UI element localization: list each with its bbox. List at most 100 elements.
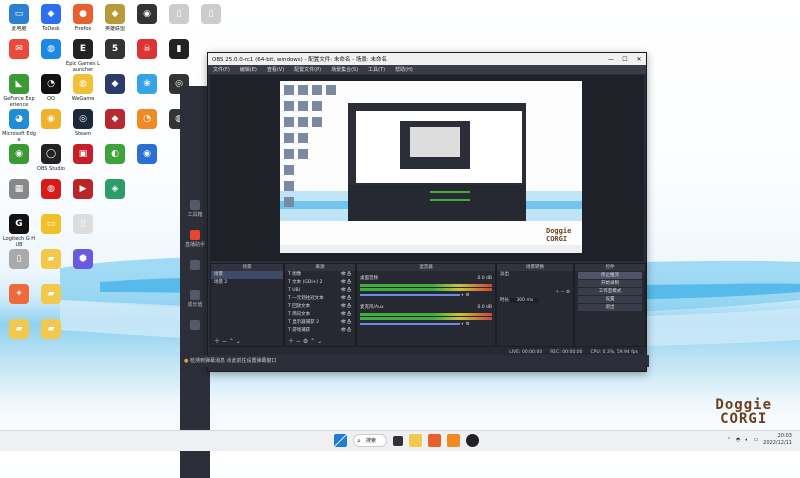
desktop-icon[interactable]: ✉ bbox=[2, 39, 36, 79]
desktop-icon[interactable]: ◎ Steam bbox=[66, 109, 100, 149]
battery-icon[interactable]: ▭ bbox=[753, 437, 758, 443]
sidebar-item[interactable] bbox=[180, 260, 210, 286]
desktop-icon[interactable]: ◔ bbox=[130, 109, 164, 149]
desktop-icon[interactable]: ▰ bbox=[34, 319, 68, 359]
desktop-icon[interactable]: ◐ bbox=[98, 144, 132, 184]
scene-item[interactable]: 场景 bbox=[211, 271, 283, 279]
desktop-icon[interactable]: G Logitech G HUB bbox=[2, 214, 36, 254]
source-item[interactable]: T 一元到往冠文本 👁︎🔒︎ bbox=[285, 295, 355, 303]
visibility-lock-icon[interactable]: 👁︎🔒︎ bbox=[341, 288, 352, 294]
gear-icon[interactable]: ⚙ bbox=[466, 293, 470, 298]
control-button[interactable]: 设置 bbox=[578, 296, 642, 303]
desktop-icon[interactable]: ◉ bbox=[130, 4, 164, 44]
menu-item[interactable]: 配置文件(P) bbox=[289, 66, 326, 73]
source-item[interactable]: T 简讯文本 👁︎🔒︎ bbox=[285, 311, 355, 319]
desktop-icon[interactable]: ◉ bbox=[34, 109, 68, 149]
network-icon[interactable]: ◓ bbox=[736, 437, 740, 443]
scenes-toolbar[interactable]: ＋ − ⌃ ⌄ bbox=[214, 336, 241, 345]
maximize-icon[interactable]: ☐ bbox=[618, 56, 632, 63]
desktop-icon[interactable]: ◣ GeForce Experience bbox=[2, 74, 36, 114]
volume-slider[interactable] bbox=[360, 322, 460, 325]
visibility-lock-icon[interactable]: 👁︎🔒︎ bbox=[341, 280, 352, 286]
desktop-icon[interactable]: ◔ QQ bbox=[34, 74, 68, 114]
control-button[interactable]: 停止推流 bbox=[578, 272, 642, 279]
desktop-icon[interactable]: ▯ bbox=[162, 4, 196, 44]
desktop-icon[interactable]: ▭ 此电脑 bbox=[2, 4, 36, 44]
desktop-icon[interactable]: ◉ bbox=[130, 144, 164, 184]
desktop-icon[interactable]: E Epic Games Launcher bbox=[66, 39, 100, 79]
control-button[interactable]: 工作室模式 bbox=[578, 288, 642, 295]
visibility-lock-icon[interactable]: 👁︎🔒︎ bbox=[341, 304, 352, 310]
taskbar-clock[interactable]: 20:03 2022/12/11 bbox=[763, 433, 792, 447]
taskbar-app-icon[interactable] bbox=[447, 434, 460, 447]
transition-duration[interactable]: 时长 300 ms bbox=[497, 297, 573, 305]
volume-slider[interactable] bbox=[360, 293, 460, 296]
transition-type[interactable]: 淡出 bbox=[497, 271, 573, 279]
sidebar-item[interactable] bbox=[180, 320, 210, 346]
visibility-lock-icon[interactable]: 👁︎🔒︎ bbox=[341, 272, 352, 278]
desktop-icon[interactable]: ◯ OBS Studio bbox=[34, 144, 68, 184]
minimize-icon[interactable]: — bbox=[604, 56, 618, 63]
volume-icon[interactable]: 🔈︎ bbox=[745, 437, 748, 443]
desktop-icon[interactable]: ▯ bbox=[66, 214, 100, 254]
scene-item[interactable]: 场景 2 bbox=[211, 279, 283, 287]
taskbar-search[interactable]: 搜索 bbox=[353, 434, 387, 448]
desktop-icon[interactable]: ◆ ToDesk bbox=[34, 4, 68, 44]
menu-item[interactable]: 工具(T) bbox=[363, 66, 390, 73]
start-icon[interactable] bbox=[334, 434, 347, 447]
desktop-icon[interactable]: ▰ bbox=[34, 284, 68, 324]
source-item[interactable]: T UBI 👁︎🔒︎ bbox=[285, 287, 355, 295]
menu-item[interactable]: 帮助(H) bbox=[390, 66, 418, 73]
visibility-lock-icon[interactable]: 👁︎🔒︎ bbox=[341, 328, 352, 334]
source-item[interactable]: T 游戏捕获 👁︎🔒︎ bbox=[285, 327, 355, 335]
speaker-icon[interactable]: 🔈︎ bbox=[461, 322, 464, 327]
danmaku-notice[interactable]: ● 检测到弹幕消息 点此前往设置弹幕窗口 bbox=[180, 355, 649, 367]
source-item[interactable]: T 回放文本 👁︎🔒︎ bbox=[285, 303, 355, 311]
desktop-icon[interactable]: ◆ bbox=[98, 109, 132, 149]
desktop-icon[interactable]: ◈ bbox=[98, 179, 132, 219]
file-explorer-icon[interactable] bbox=[409, 434, 422, 447]
desktop-icon[interactable]: ▯ bbox=[194, 4, 228, 44]
control-button[interactable]: 退出 bbox=[578, 304, 642, 311]
desktop-icon[interactable]: ◍ bbox=[34, 39, 68, 79]
visibility-lock-icon[interactable]: 👁︎🔒︎ bbox=[341, 312, 352, 318]
desktop-icon[interactable]: ◕ Microsoft Edge bbox=[2, 109, 36, 149]
desktop-icon[interactable]: ▦ bbox=[2, 179, 36, 219]
close-icon[interactable]: ✕ bbox=[632, 56, 646, 63]
desktop-icon[interactable]: ◍ WeGame bbox=[66, 74, 100, 114]
tray-chevron-icon[interactable]: ⌃ bbox=[727, 437, 731, 443]
transition-add-remove[interactable]: ＋ − ⚙ bbox=[497, 289, 573, 297]
desktop-icon[interactable]: ▣ bbox=[66, 144, 100, 184]
desktop-icon[interactable]: ▮ bbox=[162, 39, 196, 79]
speaker-icon[interactable]: 🔈︎ bbox=[461, 293, 464, 298]
desktop-icon[interactable]: ▰ bbox=[34, 249, 68, 289]
source-item[interactable]: T 显示器捕获 2 👁︎🔒︎ bbox=[285, 319, 355, 327]
source-item[interactable]: T 图像 👁︎🔒︎ bbox=[285, 271, 355, 279]
desktop-icon[interactable]: ▯ bbox=[2, 249, 36, 289]
sidebar-item[interactable]: 直播助手 bbox=[180, 230, 210, 256]
visibility-lock-icon[interactable]: 👁︎🔒︎ bbox=[341, 296, 352, 302]
desktop-icon[interactable]: ◆ bbox=[98, 74, 132, 114]
source-item[interactable]: T 文本 (GDI+) 2 👁︎🔒︎ bbox=[285, 279, 355, 287]
menu-item[interactable]: 文件(F) bbox=[208, 66, 235, 73]
control-button[interactable]: 开始录制 bbox=[578, 280, 642, 287]
menu-item[interactable]: 编辑(E) bbox=[235, 66, 262, 73]
sidebar-item[interactable]: 成长值 bbox=[180, 290, 210, 316]
desktop-icon[interactable]: ☠ bbox=[130, 39, 164, 79]
desktop-icon[interactable]: ✦ bbox=[2, 284, 36, 324]
desktop-icon[interactable]: ⬢ bbox=[66, 249, 100, 289]
desktop-icon[interactable]: ❀ bbox=[130, 74, 164, 114]
visibility-lock-icon[interactable]: 👁︎🔒︎ bbox=[341, 320, 352, 326]
sources-toolbar[interactable]: ＋ − ⚙ ⌃ ⌄ bbox=[288, 336, 322, 345]
desktop-icon[interactable]: ◆ 英雄联盟 bbox=[98, 4, 132, 44]
menu-item[interactable]: 场景集合(S) bbox=[326, 66, 363, 73]
desktop-icon[interactable]: ▭ bbox=[34, 214, 68, 254]
menu-item[interactable]: 查看(V) bbox=[262, 66, 289, 73]
desktop-icon[interactable]: ◉ bbox=[2, 144, 36, 184]
obs-taskbar-icon[interactable] bbox=[466, 434, 479, 447]
taskbar-app-icon[interactable] bbox=[428, 434, 441, 447]
desktop-icon[interactable]: ▶ bbox=[66, 179, 100, 219]
task-view-icon[interactable] bbox=[393, 435, 403, 446]
desktop-icon[interactable]: ● Firefox bbox=[66, 4, 100, 44]
sidebar-item[interactable]: 工具箱 bbox=[180, 200, 210, 226]
